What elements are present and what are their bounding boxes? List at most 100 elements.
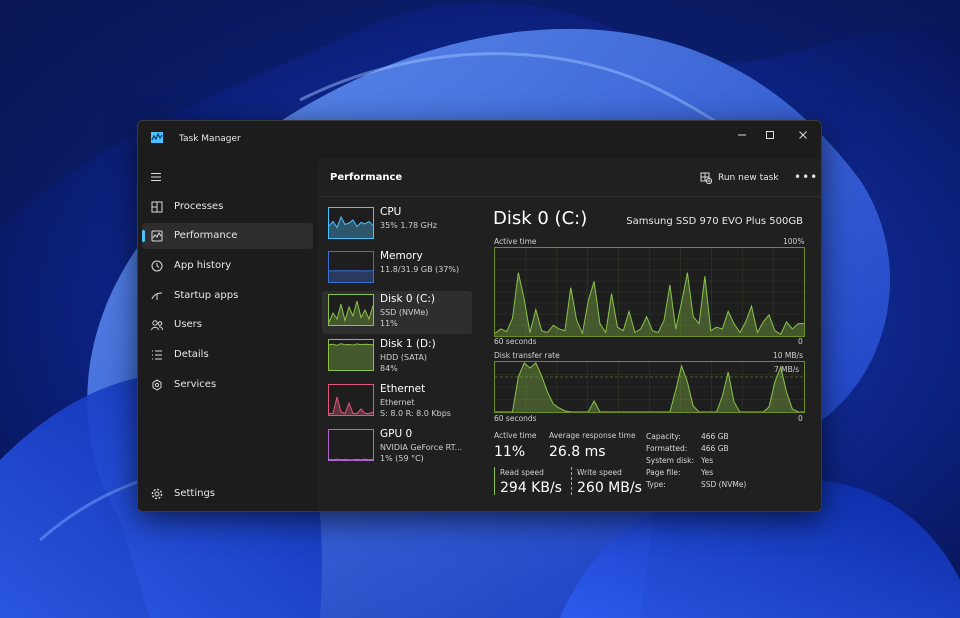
- property-value: 466 GB: [701, 444, 729, 453]
- avg-response-label: Average response time: [549, 431, 636, 440]
- sidebar-item-label: App history: [174, 260, 232, 271]
- device-item-ethernet[interactable]: Ethernet Ethernet S: 8.0 R: 8.0 Kbps: [322, 381, 472, 424]
- transfer-rate-graph-label: Disk transfer rate: [494, 351, 560, 360]
- gear-icon: [151, 488, 163, 500]
- window-title: Task Manager: [179, 134, 241, 144]
- disk0-thumbnail-graph: [328, 294, 374, 326]
- property-key: Formatted:: [646, 444, 688, 453]
- sidebar-item-performance[interactable]: Performance: [142, 223, 313, 249]
- transfer-rate-graph: [494, 361, 805, 413]
- ethernet-thumbnail-graph: [328, 384, 374, 416]
- device-detail: 1% (59 °C): [380, 454, 424, 463]
- read-speed-indicator: [494, 467, 495, 495]
- property-value: 466 GB: [701, 432, 729, 441]
- device-item-memory[interactable]: Memory 11.8/31.9 GB (37%): [322, 248, 472, 291]
- property-value: Yes: [701, 456, 714, 465]
- property-value: Yes: [701, 468, 714, 477]
- performance-icon: [151, 230, 163, 242]
- run-new-task-label: Run new task: [718, 173, 779, 183]
- device-name: Disk 1 (D:): [380, 338, 436, 350]
- disk1-thumbnail-graph: [328, 339, 374, 371]
- disk-title: Disk 0 (C:): [493, 208, 588, 229]
- sidebar-item-label: Users: [174, 319, 203, 330]
- sidebar-item-label: Settings: [174, 488, 216, 499]
- sidebar-item-startup-apps[interactable]: Startup apps: [142, 283, 313, 309]
- sidebar-item-settings[interactable]: Settings: [142, 481, 313, 507]
- device-detail: Ethernet: [380, 398, 415, 407]
- details-icon: [152, 350, 162, 360]
- thumbnail-series-area: [329, 397, 373, 415]
- sidebar-item-label: Services: [174, 379, 217, 390]
- property-value: SSD (NVMe): [701, 480, 747, 489]
- maximize-button[interactable]: [756, 125, 784, 145]
- active-time-label: Active time: [494, 431, 537, 440]
- processes-icon: [151, 201, 163, 213]
- memory-thumbnail-graph: [328, 251, 374, 283]
- active-indicator: [142, 230, 145, 242]
- header-divider: [318, 196, 821, 197]
- sidebar-item-label: Performance: [174, 230, 238, 241]
- device-item-gpu0[interactable]: GPU 0 NVIDIA GeForce RT... 1% (59 °C): [322, 426, 472, 469]
- write-speed-indicator: [571, 467, 573, 495]
- device-item-disk0[interactable]: Disk 0 (C:) SSD (NVMe) 11%: [322, 291, 472, 334]
- thumbnail-series-area: [329, 217, 373, 238]
- run-new-task-button[interactable]: Run new task: [700, 170, 779, 186]
- active-time-graph-duration: 60 seconds: [494, 337, 537, 346]
- read-speed-value: 294 KB/s: [500, 480, 562, 496]
- users-icon: [151, 320, 163, 331]
- sidebar-item-users[interactable]: Users: [142, 312, 313, 338]
- active-time-graph-label: Active time: [494, 237, 537, 246]
- disk-model: Samsung SSD 970 EVO Plus 500GB: [626, 216, 803, 227]
- transfer-rate-marker: 7 MB/s: [774, 365, 800, 374]
- active-time-value: 11%: [494, 444, 526, 460]
- gpu-thumbnail-graph: [328, 429, 374, 461]
- device-detail: HDD (SATA): [380, 353, 427, 362]
- sidebar-item-label: Details: [174, 349, 209, 360]
- device-name: GPU 0: [380, 428, 413, 440]
- device-detail: 11%: [380, 319, 398, 328]
- active-time-graph: [494, 247, 805, 337]
- device-item-cpu[interactable]: CPU 35% 1.78 GHz: [322, 204, 472, 247]
- write-speed-label: Write speed: [577, 468, 622, 477]
- device-name: Ethernet: [380, 383, 426, 395]
- page-title: Performance: [330, 172, 403, 183]
- device-detail: SSD (NVMe): [380, 308, 429, 317]
- property-key: System disk:: [646, 456, 694, 465]
- thumbnail-series-line: [329, 458, 373, 460]
- device-detail: NVIDIA GeForce RT...: [380, 443, 463, 452]
- device-item-disk1[interactable]: Disk 1 (D:) HDD (SATA) 84%: [322, 336, 472, 379]
- more-options-button[interactable]: •••: [794, 170, 818, 184]
- transfer-rate-graph-duration: 60 seconds: [494, 414, 537, 423]
- close-button[interactable]: [789, 125, 817, 145]
- transfer-rate-graph-max: 10 MB/s: [773, 351, 803, 360]
- sidebar-item-label: Processes: [174, 201, 224, 212]
- device-detail: 35% 1.78 GHz: [380, 221, 438, 230]
- property-key: Page file:: [646, 468, 681, 477]
- startup-icon: [151, 292, 163, 300]
- write-speed-value: 260 MB/s: [577, 480, 642, 496]
- thumbnail-series-area: [329, 343, 373, 370]
- services-icon: [152, 379, 162, 391]
- task-manager-window: Task Manager Processes Performance App h…: [137, 120, 822, 512]
- sidebar-item-label: Startup apps: [174, 290, 239, 301]
- minimize-button[interactable]: [728, 125, 756, 145]
- property-key: Capacity:: [646, 432, 681, 441]
- title-bar[interactable]: Task Manager: [138, 121, 821, 157]
- close-icon: [799, 131, 807, 139]
- sidebar-item-processes[interactable]: Processes: [142, 194, 313, 220]
- sidebar-item-app-history[interactable]: App history: [142, 253, 313, 279]
- performance-panel: Performance Run new task ••• CPU 35% 1.7…: [318, 158, 821, 511]
- active-time-graph-max: 100%: [783, 237, 805, 246]
- maximize-icon: [766, 131, 774, 139]
- device-detail: 84%: [380, 364, 398, 373]
- run-task-icon: [700, 172, 712, 184]
- sidebar-item-services[interactable]: Services: [142, 372, 313, 398]
- sidebar-item-details[interactable]: Details: [142, 342, 313, 368]
- device-name: CPU: [380, 206, 402, 218]
- active-time-graph-min: 0: [798, 337, 803, 346]
- history-icon: [151, 260, 163, 272]
- hamburger-menu-icon[interactable]: [150, 171, 162, 183]
- property-key: Type:: [646, 480, 666, 489]
- device-detail: S: 8.0 R: 8.0 Kbps: [380, 409, 451, 418]
- avg-response-value: 26.8 ms: [549, 444, 606, 460]
